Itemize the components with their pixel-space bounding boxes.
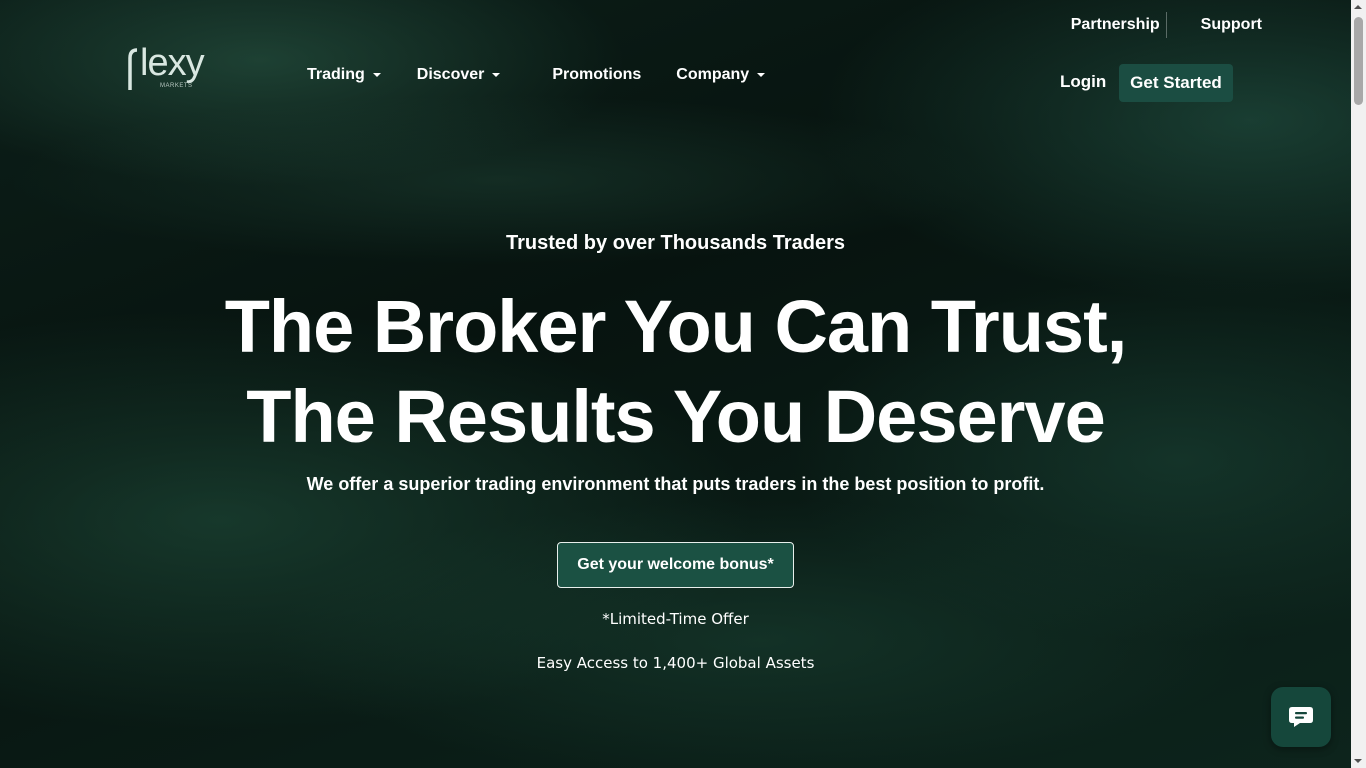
global-assets-text: Easy Access to 1,400+ Global Assets [536,654,815,672]
hero-subtext: We offer a superior trading environment … [306,474,1045,494]
top-utility-bar: Partnership Support [1071,12,1262,38]
chevron-down-icon [372,73,381,77]
welcome-bonus-button[interactable]: Get your welcome bonus* [557,542,794,588]
nav-item-label: Promotions [552,66,642,83]
support-link[interactable]: Support [1201,16,1262,34]
flexy-logo[interactable]: lexy MARKETS [128,42,212,94]
logo-f-glyph [128,48,138,90]
partnership-link[interactable]: Partnership [1071,16,1160,34]
nav-item-trading[interactable]: Trading [307,66,381,84]
vertical-scrollbar[interactable] [1351,0,1366,768]
nav-item-label: Discover [416,66,485,83]
scroll-up-arrow-icon[interactable] [1354,5,1362,9]
limited-offer-text: *Limited-Time Offer [602,610,749,628]
nav-item-company[interactable]: Company [676,66,766,84]
chevron-down-icon [757,73,766,77]
headline-line-2: The Results You Deserve [246,375,1106,458]
chat-bubble-icon [1289,707,1313,727]
chevron-down-icon [492,73,501,77]
logo-text: lexy [140,42,205,84]
login-link[interactable]: Login [1060,72,1106,92]
scroll-down-arrow-icon[interactable] [1354,759,1362,763]
nav-item-promotions[interactable]: Promotions [552,66,641,84]
topbar-divider [1165,12,1167,38]
get-started-button[interactable]: Get Started [1119,64,1233,102]
headline-line-1: The Broker You Can Trust, [224,285,1128,368]
logo-subtitle: MARKETS [160,83,193,89]
chat-launcher-button[interactable] [1271,687,1331,747]
trusted-tagline: Trusted by over Thousands Traders [506,232,845,254]
nav-item-discover[interactable]: Discover [417,66,501,84]
nav-item-label: Trading [307,66,365,83]
main-nav: Trading Discover Promotions Company [307,66,766,84]
nav-item-label: Company [676,66,750,83]
hero-headline: The Broker You Can Trust, The Results Yo… [0,282,1351,462]
scrollbar-thumb[interactable] [1354,17,1363,105]
